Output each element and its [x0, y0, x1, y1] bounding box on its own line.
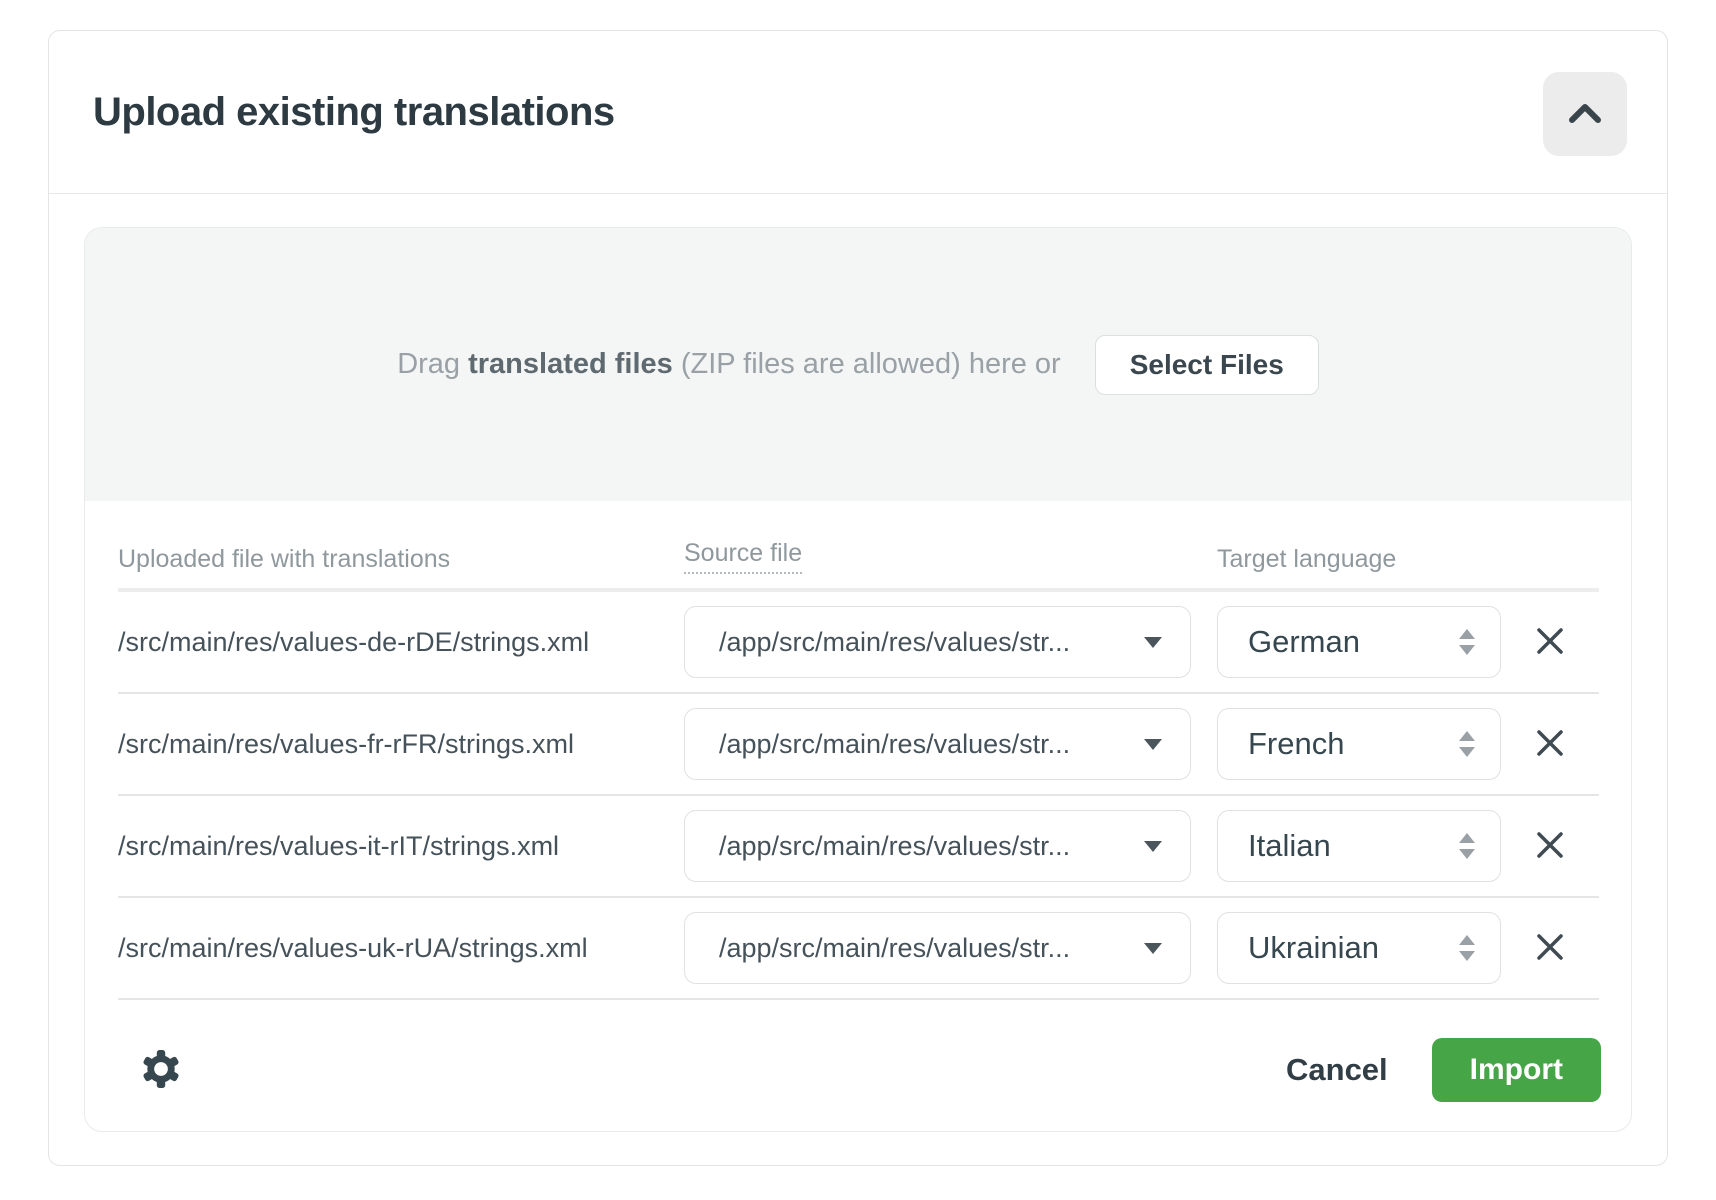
target-language-value: German: [1248, 624, 1360, 660]
uploaded-file-path: /src/main/res/values-it-rIT/strings.xml: [118, 831, 684, 862]
file-dropzone[interactable]: Drag translated files (ZIP files are all…: [85, 228, 1631, 501]
uploaded-file-path: /src/main/res/values-de-rDE/strings.xml: [118, 627, 684, 658]
remove-row-button[interactable]: [1522, 920, 1578, 976]
source-file-value: /app/src/main/res/values/str...: [719, 933, 1070, 964]
gear-icon: [141, 1049, 181, 1092]
x-icon: [1534, 931, 1566, 966]
table-header: Uploaded file with translations Source f…: [118, 501, 1599, 592]
target-language-value: Ukrainian: [1248, 930, 1379, 966]
select-files-button[interactable]: Select Files: [1095, 335, 1319, 395]
target-language-dropdown[interactable]: French: [1217, 708, 1501, 780]
table-row: /src/main/res/values-uk-rUA/strings.xml …: [118, 898, 1599, 1000]
table-row: /src/main/res/values-it-rIT/strings.xml …: [118, 796, 1599, 898]
target-language-dropdown[interactable]: German: [1217, 606, 1501, 678]
cancel-button[interactable]: Cancel: [1266, 1052, 1408, 1088]
upload-rows: /src/main/res/values-de-rDE/strings.xml …: [118, 592, 1599, 1000]
caret-down-icon: [1144, 943, 1162, 954]
remove-row-button[interactable]: [1522, 614, 1578, 670]
column-header-source-file: Source file: [684, 539, 1217, 574]
upload-panel: Drag translated files (ZIP files are all…: [84, 227, 1632, 1132]
target-language-value: Italian: [1248, 828, 1331, 864]
target-language-dropdown[interactable]: Italian: [1217, 810, 1501, 882]
source-file-dropdown[interactable]: /app/src/main/res/values/str...: [684, 912, 1191, 984]
table-row: /src/main/res/values-de-rDE/strings.xml …: [118, 592, 1599, 694]
upload-dialog: Upload existing translations Drag transl…: [48, 30, 1668, 1166]
up-down-arrows-icon: [1458, 934, 1476, 962]
uploaded-file-path: /src/main/res/values-uk-rUA/strings.xml: [118, 933, 684, 964]
dialog-header: Upload existing translations: [49, 31, 1667, 194]
remove-row-button[interactable]: [1522, 818, 1578, 874]
target-language-dropdown[interactable]: Ukrainian: [1217, 912, 1501, 984]
up-down-arrows-icon: [1458, 832, 1476, 860]
caret-down-icon: [1144, 841, 1162, 852]
column-header-uploaded-file: Uploaded file with translations: [118, 545, 684, 574]
column-header-target-language: Target language: [1217, 545, 1501, 574]
dropzone-instructions: Drag translated files (ZIP files are all…: [397, 348, 1061, 381]
x-icon: [1534, 829, 1566, 864]
settings-button[interactable]: [141, 1049, 181, 1092]
dialog-title: Upload existing translations: [93, 90, 615, 135]
panel-footer: Cancel Import: [85, 1000, 1631, 1132]
remove-row-button[interactable]: [1522, 716, 1578, 772]
source-file-value: /app/src/main/res/values/str...: [719, 729, 1070, 760]
caret-down-icon: [1144, 637, 1162, 648]
source-file-value: /app/src/main/res/values/str...: [719, 627, 1070, 658]
import-button[interactable]: Import: [1432, 1038, 1601, 1102]
source-file-dropdown[interactable]: /app/src/main/res/values/str...: [684, 606, 1191, 678]
source-file-dropdown[interactable]: /app/src/main/res/values/str...: [684, 708, 1191, 780]
table-row: /src/main/res/values-fr-rFR/strings.xml …: [118, 694, 1599, 796]
up-down-arrows-icon: [1458, 730, 1476, 758]
collapse-button[interactable]: [1543, 72, 1627, 156]
source-file-value: /app/src/main/res/values/str...: [719, 831, 1070, 862]
chevron-up-icon: [1568, 103, 1602, 126]
source-file-dropdown[interactable]: /app/src/main/res/values/str...: [684, 810, 1191, 882]
x-icon: [1534, 625, 1566, 660]
caret-down-icon: [1144, 739, 1162, 750]
uploaded-file-path: /src/main/res/values-fr-rFR/strings.xml: [118, 729, 684, 760]
x-icon: [1534, 727, 1566, 762]
target-language-value: French: [1248, 726, 1344, 762]
up-down-arrows-icon: [1458, 628, 1476, 656]
